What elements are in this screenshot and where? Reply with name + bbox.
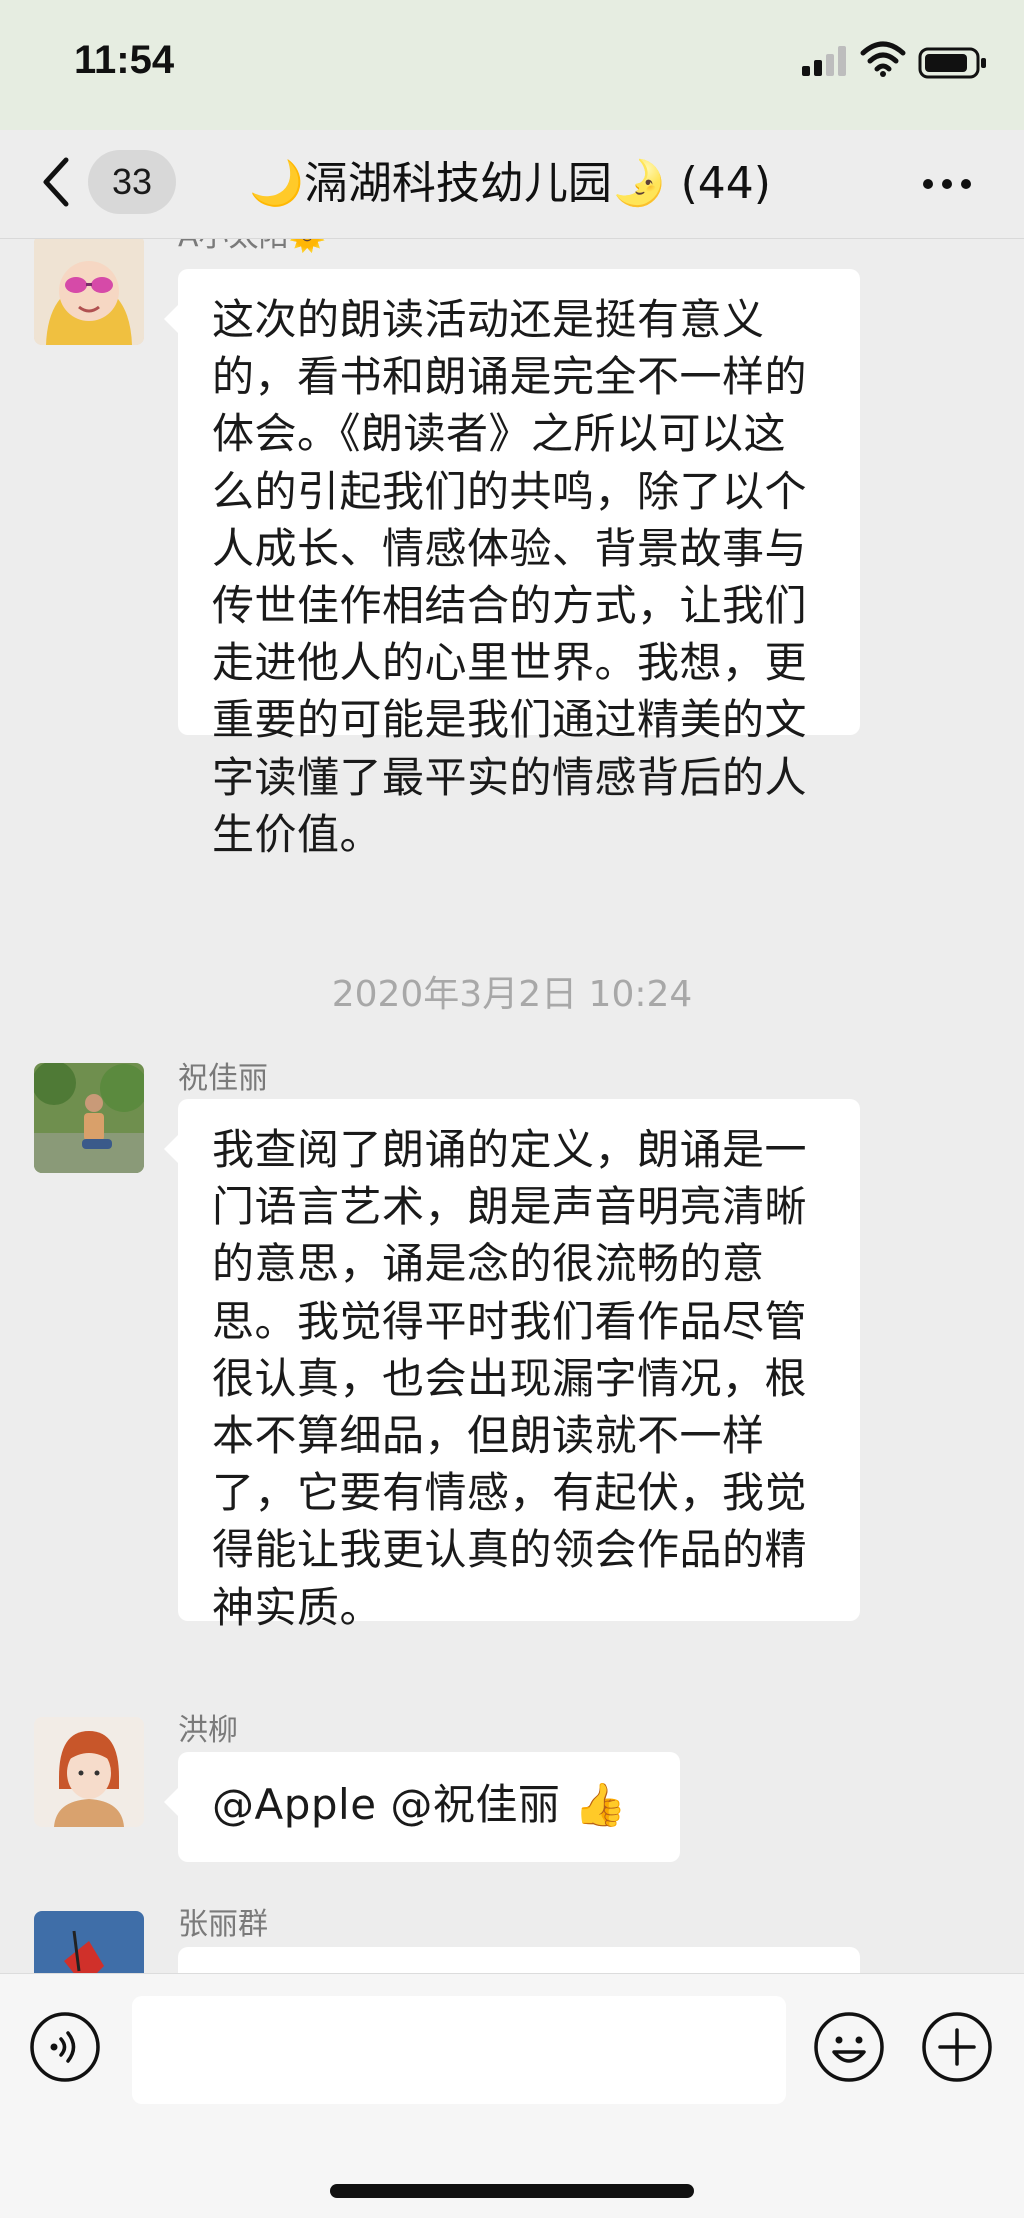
message-bubble[interactable] xyxy=(178,1947,860,1973)
voice-icon[interactable] xyxy=(28,2010,102,2084)
sender-name: 张丽群 xyxy=(178,1907,268,1942)
wifi-icon xyxy=(860,41,906,77)
unread-count-badge[interactable]: 33 xyxy=(88,150,176,214)
add-icon[interactable] xyxy=(920,2010,994,2084)
avatar[interactable] xyxy=(34,1063,144,1173)
message-bubble[interactable]: 这次的朗读活动还是挺有意义的，看书和朗诵是完全不一样的体会。《朗读者》之所以可以… xyxy=(164,269,860,859)
avatar-image xyxy=(34,1717,144,1827)
chat-title: 🌙滆湖科技幼儿园🌛 (44) xyxy=(249,158,771,209)
input-bar xyxy=(0,1973,1024,2218)
avatar[interactable] xyxy=(34,1717,144,1827)
emoji-icon[interactable] xyxy=(812,2010,886,2084)
message-bubble[interactable]: 我查阅了朗诵的定义，朗诵是一门语言艺术，朗是声音明亮清晰的意思，诵是念的很流畅的… xyxy=(164,1099,860,1632)
message-text: 这次的朗读活动还是挺有意义的，看书和朗诵是完全不一样的体会。《朗读者》之所以可以… xyxy=(212,295,808,859)
message-text: @Apple @祝佳丽 👍 xyxy=(212,1780,628,1829)
message-input[interactable] xyxy=(132,1996,786,2104)
battery-icon xyxy=(918,47,986,79)
avatar-image xyxy=(34,1063,144,1173)
timestamp: 2020年3月2日 10:24 xyxy=(331,974,693,1015)
status-bar: 11:54 xyxy=(0,0,1024,130)
sender-name: A小太阳🌞 xyxy=(178,239,326,255)
chat-header: 33 🌙滆湖科技幼儿园🌛 (44) xyxy=(0,130,1024,239)
sender-name: 洪柳 xyxy=(178,1713,238,1748)
signal-icon xyxy=(802,46,846,76)
status-time: 11:54 xyxy=(74,38,175,82)
avatar[interactable] xyxy=(34,239,144,345)
sender-name: 祝佳丽 xyxy=(178,1061,268,1096)
message-list[interactable]: A小太阳🌞 这次的朗读活动还是挺有意义的，看书和朗诵是完全不一样的体会。《朗读者… xyxy=(0,239,1024,1973)
message-text: 我查阅了朗诵的定义，朗诵是一门语言艺术，朗是声音明亮清晰的意思，诵是念的很流畅的… xyxy=(212,1125,808,1632)
avatar-image xyxy=(34,1911,144,1973)
home-indicator xyxy=(330,2184,694,2198)
message-bubble[interactable]: @Apple @祝佳丽 👍 xyxy=(164,1752,680,1862)
avatar[interactable] xyxy=(34,1911,144,1973)
more-icon[interactable] xyxy=(920,160,974,208)
avatar-image xyxy=(34,239,144,345)
back-icon[interactable] xyxy=(36,152,76,212)
